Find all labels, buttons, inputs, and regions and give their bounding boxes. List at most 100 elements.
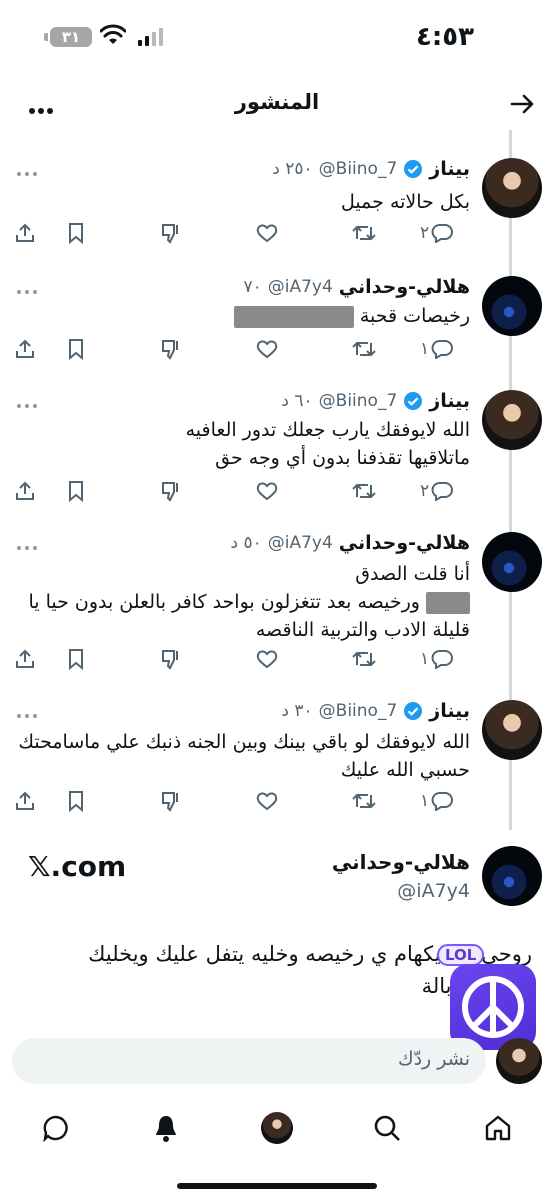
bookmark-icon[interactable]	[66, 334, 86, 364]
reply-icon[interactable]: ١	[420, 644, 454, 674]
reply-icon[interactable]: ٢	[420, 476, 454, 506]
wifi-icon	[100, 24, 126, 44]
home-indicator[interactable]	[177, 1183, 377, 1189]
tweet-more-icon[interactable]	[16, 280, 38, 299]
dislike-icon[interactable]	[160, 218, 182, 248]
tweet-actions: ١	[14, 644, 478, 674]
share-icon[interactable]	[14, 476, 36, 506]
dislike-icon[interactable]	[160, 476, 182, 506]
tweet-line: الله لايوفقك لو باقي بينك وبين الجنه ذنب…	[18, 731, 470, 753]
quoted-author-name[interactable]: هلالي-وحداني	[332, 850, 470, 874]
messages-icon[interactable]	[36, 1108, 76, 1148]
author-name[interactable]: بيناز	[429, 158, 470, 180]
reply-icon[interactable]: ١	[420, 334, 454, 364]
reply-placeholder[interactable]: نشر ردّك	[398, 1048, 470, 1070]
avatar[interactable]	[482, 532, 542, 592]
tweet-more-icon[interactable]	[16, 394, 38, 413]
lol-badge: LOL	[437, 944, 485, 966]
reply-icon[interactable]: ١	[420, 786, 454, 816]
tweet-line: الله لايوفقك يارب جعلك تدور العافيه	[185, 419, 470, 441]
tweet-text: رخيصات قحبة	[16, 302, 470, 330]
retweet-icon[interactable]	[352, 218, 376, 248]
like-icon[interactable]	[256, 786, 278, 816]
like-icon[interactable]	[256, 218, 278, 248]
verified-badge-icon	[404, 392, 423, 410]
censor-block	[426, 591, 470, 614]
search-icon[interactable]	[367, 1108, 407, 1148]
share-icon[interactable]	[14, 786, 36, 816]
bookmark-icon[interactable]	[66, 218, 86, 248]
tweet-header: بيناز @Biino_7 ٢٥٠ د	[272, 158, 470, 180]
author-name[interactable]: بيناز	[429, 390, 470, 412]
battery-indicator: ٣١	[50, 27, 92, 47]
x-com-label: 𝕏.com	[28, 850, 127, 883]
tweet-line: ماتلاقيها تقذفنا بدون أي وجه حق	[215, 447, 470, 469]
tweet-actions: ١	[14, 334, 478, 364]
like-icon[interactable]	[256, 476, 278, 506]
retweet-icon[interactable]	[352, 644, 376, 674]
dislike-icon[interactable]	[160, 786, 182, 816]
lol-sticker: LOL	[437, 944, 485, 966]
author-name[interactable]: هلالي-وحداني	[339, 276, 470, 298]
like-icon[interactable]	[256, 644, 278, 674]
author-handle[interactable]: @Biino_7	[319, 159, 398, 179]
tweet-header: هلالي-وحداني @iA7y4 ٥٠ د	[231, 532, 471, 554]
tweet-more-icon[interactable]	[16, 536, 38, 555]
share-icon[interactable]	[14, 218, 36, 248]
share-icon[interactable]	[14, 644, 36, 674]
status-time: ٤:٥٣	[415, 22, 474, 52]
my-avatar[interactable]	[496, 1038, 542, 1084]
reply-icon[interactable]: ٢	[420, 218, 454, 248]
battery-cap	[44, 33, 48, 41]
profile-avatar-nav[interactable]	[257, 1108, 297, 1148]
quoted-author-handle[interactable]: @iA7y4	[397, 880, 470, 902]
verified-badge-icon	[404, 160, 423, 178]
tweet-more-icon[interactable]	[16, 162, 38, 181]
share-icon[interactable]	[14, 334, 36, 364]
tweet-time: ٣٠ د	[281, 701, 313, 721]
avatar[interactable]	[482, 390, 542, 450]
tweet-line: رخيصات قحبة	[16, 302, 470, 330]
author-handle[interactable]: @iA7y4	[268, 533, 333, 553]
retweet-icon[interactable]	[352, 334, 376, 364]
avatar[interactable]	[482, 276, 542, 336]
author-name[interactable]: هلالي-وحداني	[339, 532, 470, 554]
back-arrow-icon[interactable]	[510, 92, 536, 120]
tweet-time: ٦٠ د	[281, 391, 313, 411]
tweet-text: أنا قلت الصدق ورخيصه بعد تتغزلون بواحد ك…	[16, 560, 470, 644]
tweet-time: ٢٥٠ د	[272, 159, 313, 179]
tweet-line: بكل حالاته جميل	[341, 191, 470, 213]
avatar[interactable]	[482, 158, 542, 218]
like-icon[interactable]	[256, 334, 278, 364]
bookmark-icon[interactable]	[66, 786, 86, 816]
tweet-text: الله لايوفقك لو باقي بينك وبين الجنه ذنب…	[16, 728, 470, 784]
tweet-time: ٧٠	[243, 277, 262, 297]
avatar[interactable]	[482, 700, 542, 760]
profile-avatar[interactable]	[261, 1112, 293, 1144]
tweet-time: ٥٠ د	[230, 533, 262, 553]
tweet-text: الله لايوفقك يارب جعلك تدور العافيه ماتل…	[16, 416, 470, 472]
tweet-more-icon[interactable]	[16, 704, 38, 723]
tweet-line: أنا قلت الصدق	[355, 563, 470, 585]
retweet-icon[interactable]	[352, 476, 376, 506]
home-icon[interactable]	[478, 1108, 518, 1148]
bookmark-icon[interactable]	[66, 644, 86, 674]
author-name[interactable]: بيناز	[429, 700, 470, 722]
tweet-line: ورخيصه بعد تتغزلون بواحد كافر بالعلن بدو…	[16, 588, 470, 616]
dislike-icon[interactable]	[160, 334, 182, 364]
author-handle[interactable]: @iA7y4	[268, 277, 333, 297]
author-handle[interactable]: @Biino_7	[319, 701, 398, 721]
tweet-header: بيناز @Biino_7 ٦٠ د	[281, 390, 470, 412]
bottom-nav	[0, 1102, 554, 1152]
dislike-icon[interactable]	[160, 644, 182, 674]
quoted-avatar[interactable]	[482, 846, 542, 906]
page-title: المنشور	[234, 90, 320, 114]
tweet-line: قليلة الادب والتربية الناقصه	[255, 619, 470, 641]
author-handle[interactable]: @Biino_7	[319, 391, 398, 411]
reply-count: ١	[420, 339, 430, 359]
retweet-icon[interactable]	[352, 786, 376, 816]
bookmark-icon[interactable]	[66, 476, 86, 506]
notifications-icon[interactable]	[146, 1108, 186, 1148]
tweet-actions: ٢	[14, 218, 478, 248]
reply-count: ١	[420, 791, 430, 811]
